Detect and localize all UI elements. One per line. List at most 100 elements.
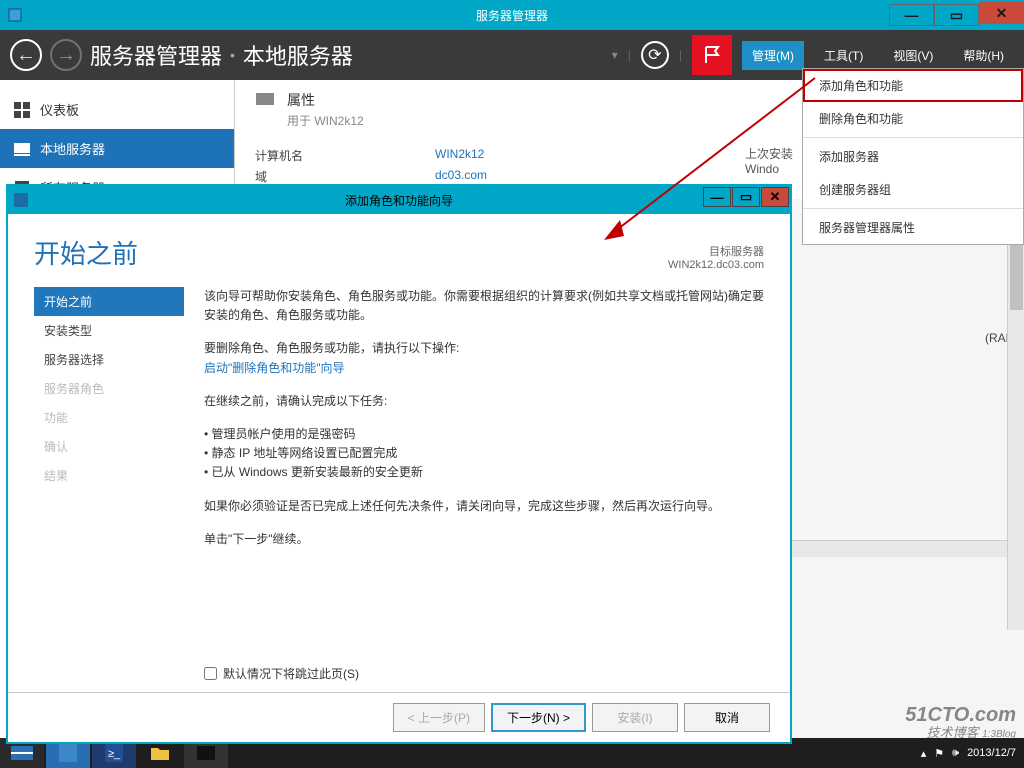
header-sep: | [628, 48, 631, 62]
wizard-titlebar: 添加角色和功能向导 — ▭ ✕ [8, 186, 790, 214]
step-server-select[interactable]: 服务器选择 [34, 345, 184, 374]
tray-flag-icon[interactable]: ⚑ [934, 747, 944, 760]
sidebar-dashboard-label: 仪表板 [40, 100, 79, 119]
sidebar-local-label: 本地服务器 [40, 139, 105, 158]
dropdown-remove-roles[interactable]: 删除角色和功能 [803, 102, 1023, 135]
step-results: 结果 [34, 461, 184, 490]
main-titlebar: 服务器管理器 — ▭ ✕ [0, 0, 1024, 30]
server-icon [255, 90, 275, 110]
svg-text:≥_: ≥_ [108, 748, 121, 760]
forward-button: → [50, 39, 82, 71]
computer-name-value[interactable]: WIN2k12 [435, 147, 484, 164]
breadcrumb-sep: • [230, 47, 235, 63]
taskbar-clock[interactable]: 2013/12/7 [967, 747, 1016, 759]
server-icon [14, 141, 30, 157]
refresh-button[interactable]: ⟳ [641, 41, 669, 69]
last-installed-label: 上次安装 [745, 145, 793, 162]
dashboard-icon [14, 102, 30, 118]
wizard-install-button: 安装(I) [592, 703, 678, 732]
properties-sub: 用于 WIN2k12 [287, 112, 364, 129]
watermark: 51CTO.com 技术博客 1:3Blog [905, 704, 1016, 740]
wizard-skip-label: 默认情况下将跳过此页(S) [223, 665, 359, 682]
wizard-maximize-button[interactable]: ▭ [732, 187, 760, 207]
breadcrumb-app: 服务器管理器 [90, 39, 222, 71]
wizard-window-controls: — ▭ ✕ [703, 187, 790, 207]
computer-name-label: 计算机名 [255, 147, 435, 164]
properties-heading: 属性 [287, 90, 364, 110]
step-server-roles: 服务器角色 [34, 374, 184, 403]
wizard-verify-note: 如果你必须验证是否已完成上述任何先决条件，请关闭向导，完成这些步骤，然后再次运行… [204, 497, 764, 516]
wizard-intro: 该向导可帮助你安装角色、角色服务或功能。你需要根据组织的计算要求(例如共享文档或… [204, 287, 764, 325]
wizard-task-3: 已从 Windows 更新安装最新的安全更新 [204, 463, 764, 482]
step-confirm: 确认 [34, 432, 184, 461]
breadcrumb-chevron: ▾ [612, 48, 618, 62]
manage-dropdown: 添加角色和功能 删除角色和功能 添加服务器 创建服务器组 服务器管理器属性 [802, 68, 1024, 245]
wizard-prev-button: < 上一步(P) [393, 703, 485, 732]
step-features: 功能 [34, 403, 184, 432]
wizard-target-label: 目标服务器 [668, 243, 764, 259]
windows-label: Windo [745, 162, 793, 176]
close-button[interactable]: ✕ [979, 2, 1024, 24]
menu-manage[interactable]: 管理(M) [742, 41, 804, 70]
server-mgr-icon [59, 744, 77, 762]
sidebar-dashboard[interactable]: 仪表板 [0, 90, 234, 129]
wizard-remove-link[interactable]: 启动"删除角色和功能"向导 [204, 361, 345, 375]
maximize-button[interactable]: ▭ [934, 4, 979, 26]
wizard-buttons: < 上一步(P) 下一步(N) > 安装(I) 取消 [8, 692, 790, 742]
wizard-target-server: 目标服务器 WIN2k12.dc03.com [668, 243, 764, 271]
wizard-content: 该向导可帮助你安装角色、角色服务或功能。你需要根据组织的计算要求(例如共享文档或… [184, 287, 764, 655]
step-before[interactable]: 开始之前 [34, 287, 184, 316]
wizard-task-1: 管理员帐户使用的是强密码 [204, 425, 764, 444]
add-roles-wizard: 添加角色和功能向导 — ▭ ✕ 开始之前 目标服务器 WIN2k12.dc03.… [6, 184, 792, 744]
menu-help[interactable]: 帮助(H) [953, 41, 1014, 70]
domain-label: 域 [255, 168, 435, 185]
wizard-app-icon [14, 193, 28, 207]
wizard-skip-checkbox[interactable] [204, 667, 217, 680]
window-title: 服务器管理器 [476, 7, 548, 24]
wizard-close-button[interactable]: ✕ [761, 187, 789, 207]
tray-chevron-up-icon[interactable]: ▴ [921, 747, 927, 760]
wizard-task-list: 管理员帐户使用的是强密码 静态 IP 地址等网络设置已配置完成 已从 Windo… [204, 425, 764, 483]
dropdown-add-servers[interactable]: 添加服务器 [803, 140, 1023, 173]
dropdown-manager-props[interactable]: 服务器管理器属性 [803, 211, 1023, 244]
wizard-next-note: 单击"下一步"继续。 [204, 530, 764, 549]
wizard-target-value: WIN2k12.dc03.com [668, 259, 764, 271]
breadcrumb-page: 本地服务器 [243, 39, 353, 71]
app-icon [8, 8, 22, 22]
wizard-skip-row: 默认情况下将跳过此页(S) [8, 665, 790, 682]
flag-icon [702, 45, 722, 65]
wizard-body: 开始之前 安装类型 服务器选择 服务器角色 功能 确认 结果 该向导可帮助你安装… [8, 281, 790, 665]
step-install-type[interactable]: 安装类型 [34, 316, 184, 345]
watermark-main: 51CTO.com [905, 704, 1016, 726]
wizard-steps: 开始之前 安装类型 服务器选择 服务器角色 功能 确认 结果 [34, 287, 184, 655]
breadcrumb: 服务器管理器 • 本地服务器 [90, 39, 612, 71]
menu-tools[interactable]: 工具(T) [814, 41, 873, 70]
minimize-button[interactable]: — [889, 4, 934, 26]
dropdown-sep2 [803, 208, 1023, 209]
cmd-icon [197, 746, 215, 760]
watermark-sub: 技术博客 [926, 725, 978, 740]
back-button[interactable]: ← [10, 39, 42, 71]
menu-view[interactable]: 视图(V) [883, 41, 943, 70]
wizard-header: 开始之前 目标服务器 WIN2k12.dc03.com [8, 214, 790, 281]
powershell-icon: ≥_ [105, 744, 123, 762]
dropdown-sep [803, 137, 1023, 138]
wizard-next-button[interactable]: 下一步(N) > [491, 703, 586, 732]
wizard-title: 添加角色和功能向导 [345, 192, 453, 209]
notifications-flag-button[interactable] [692, 35, 732, 75]
tray-network-icon[interactable]: 🕪 [952, 747, 959, 760]
wizard-minimize-button[interactable]: — [703, 187, 731, 207]
wizard-task-2: 静态 IP 地址等网络设置已配置完成 [204, 444, 764, 463]
sidebar-local-server[interactable]: 本地服务器 [0, 129, 234, 168]
dropdown-add-roles[interactable]: 添加角色和功能 [803, 69, 1023, 102]
watermark-blog: 1:3Blog [982, 729, 1016, 740]
domain-value[interactable]: dc03.com [435, 168, 487, 185]
wizard-cancel-button[interactable]: 取消 [684, 703, 770, 732]
header-sep2: | [679, 48, 682, 62]
wizard-remove-intro: 要删除角色、角色服务或功能，请执行以下操作: [204, 339, 764, 358]
window-controls: — ▭ ✕ [889, 2, 1024, 28]
folder-icon [150, 745, 170, 761]
wizard-page-title: 开始之前 [34, 234, 668, 271]
start-icon [11, 744, 33, 762]
dropdown-create-group[interactable]: 创建服务器组 [803, 173, 1023, 206]
